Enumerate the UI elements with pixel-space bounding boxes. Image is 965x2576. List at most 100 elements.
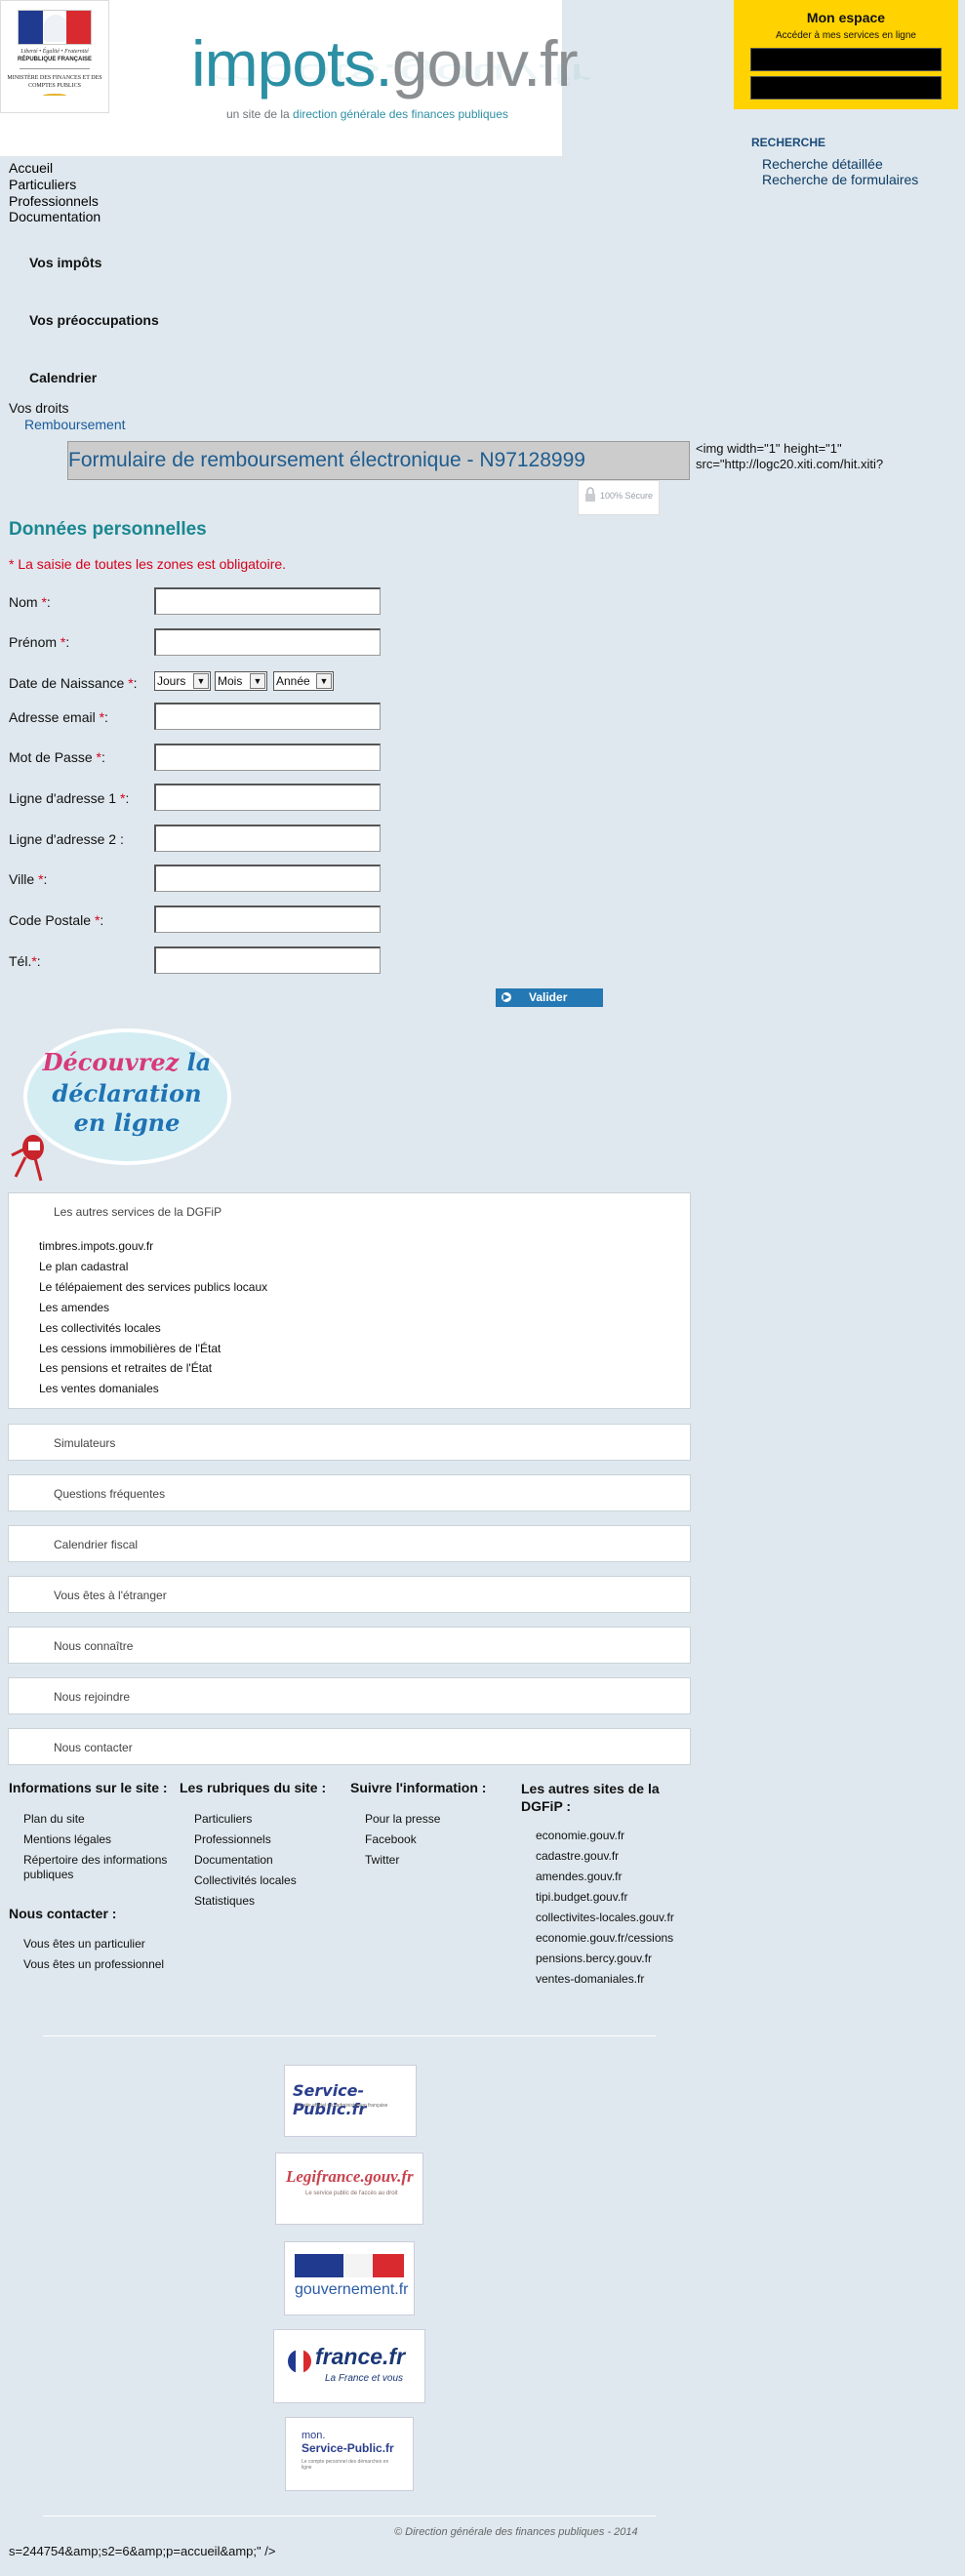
ville-label: Ville *: [9, 871, 47, 887]
breadcrumb-vos-droits[interactable]: Vos droits [9, 400, 68, 416]
menu-vos-preoccupations[interactable]: Vos préoccupations [29, 312, 159, 328]
dob-annee-value: Année [276, 674, 310, 688]
footer-rubrique-link[interactable]: Collectivités locales [194, 1873, 297, 1887]
prenom-label-text: Prénom [9, 634, 60, 650]
prenom-label: Prénom *: [9, 634, 69, 650]
footer-facebook-link[interactable]: Facebook [365, 1832, 417, 1846]
dob-jours-select[interactable]: Jours ▼ [154, 671, 211, 691]
footer-twitter-link[interactable]: Twitter [365, 1853, 399, 1867]
dob-mois-value: Mois [218, 674, 243, 688]
addr2-input[interactable] [154, 825, 381, 852]
menu-calendrier[interactable]: Calendrier [29, 370, 97, 385]
other-service-link[interactable]: Le télépaiement des services publics loc… [39, 1280, 267, 1294]
marianne-logo[interactable]: Liberté • Égalité • Fraternité RÉPUBLIQU… [0, 0, 109, 113]
email-input[interactable] [154, 703, 381, 730]
footer-rubrique-link[interactable]: Documentation [194, 1853, 273, 1867]
other-service-link[interactable]: Les cessions immobilières de l'État [39, 1342, 221, 1355]
marianne-republic: RÉPUBLIQUE FRANÇAISE [17, 57, 92, 62]
marianne-ministry: MINISTÈRE DES FINANCES ET DES COMPTES PU… [7, 75, 102, 89]
dob-mois-select[interactable]: Mois ▼ [215, 671, 267, 691]
footer-mentions-legales[interactable]: Mentions légales [23, 1832, 111, 1846]
panel-nous-rejoindre-title: Nous rejoindre [54, 1690, 131, 1704]
recherche-detaillee-link[interactable]: Recherche détaillée [762, 156, 883, 172]
flag-icon [18, 10, 92, 45]
cp-label: Code Postale *: [9, 912, 103, 928]
section-title: Données personnelles [9, 519, 207, 540]
other-service-link[interactable]: timbres.impots.gouv.fr [39, 1239, 153, 1253]
other-service-link[interactable]: Les pensions et retraites de l'État [39, 1361, 212, 1375]
panel-nous-contacter-title: Nous contacter [54, 1741, 133, 1754]
ville-input[interactable] [154, 865, 381, 892]
other-service-link[interactable]: Les amendes [39, 1301, 109, 1314]
panel-nous-rejoindre[interactable]: Nous rejoindre [8, 1677, 691, 1714]
footer-contact-professionnel[interactable]: Vous êtes un professionnel [23, 1957, 164, 1971]
ville-label-text: Ville [9, 871, 39, 887]
nav-professionnels[interactable]: Professionnels [9, 193, 99, 209]
other-service-link[interactable]: Les collectivités locales [39, 1321, 161, 1335]
panel-calendrier-fiscal[interactable]: Calendrier fiscal [8, 1525, 691, 1562]
footer-contact-particulier[interactable]: Vous êtes un particulier [23, 1937, 145, 1951]
nav-documentation[interactable]: Documentation [9, 209, 101, 224]
footer-autre-site-link[interactable]: ventes-domaniales.fr [536, 1972, 644, 1986]
recherche-title: RECHERCHE [751, 136, 826, 149]
service-public-logo[interactable]: Service-Public.fr Le site officiel de l'… [284, 2065, 417, 2137]
footer-autre-site-link[interactable]: collectivites-locales.gouv.fr [536, 1911, 674, 1924]
footer-rubrique-link[interactable]: Statistiques [194, 1894, 255, 1908]
footer-plan-du-site[interactable]: Plan du site [23, 1812, 85, 1826]
mon-espace-field-2[interactable] [750, 76, 942, 100]
mon-sp-logo-text: Service-Public.fr [302, 2441, 394, 2455]
footer-autre-site-link[interactable]: economie.gouv.fr/cessions [536, 1931, 673, 1945]
promo-declaration-en-ligne[interactable]: Découvrez la déclaration en ligne [0, 1025, 234, 1188]
other-service-link[interactable]: Les ventes domaniales [39, 1382, 159, 1395]
valider-button[interactable]: ▶ Valider [496, 988, 603, 1007]
nav-accueil[interactable]: Accueil [9, 160, 53, 176]
footer-autre-site-link[interactable]: cadastre.gouv.fr [536, 1849, 619, 1863]
mascot-icon [11, 1135, 44, 1182]
panel-questions-frequentes[interactable]: Questions fréquentes [8, 1474, 691, 1511]
mon-espace-subtitle: Accéder à mes services en ligne [776, 30, 916, 41]
footer-contact-title: Nous contacter : [9, 1906, 117, 1921]
nom-input[interactable] [154, 587, 381, 615]
tel-input[interactable] [154, 946, 381, 974]
password-input[interactable] [154, 744, 381, 771]
nav-particuliers[interactable]: Particuliers [9, 177, 76, 192]
footer-info-title: Informations sur le site : [9, 1780, 168, 1795]
france-fr-logo-text: france.fr [315, 2344, 406, 2369]
mon-sp-logo-prefix: mon. [302, 2430, 326, 2441]
dob-annee-select[interactable]: Année ▼ [273, 671, 334, 691]
panel-etranger-title: Vous êtes à l'étranger [54, 1589, 167, 1602]
mon-espace-field-1[interactable] [750, 48, 942, 71]
footer-rubriques-title: Les rubriques du site : [180, 1780, 327, 1795]
menu-vos-impots[interactable]: Vos impôts [29, 255, 101, 270]
recherche-formulaires-link[interactable]: Recherche de formulaires [762, 172, 918, 187]
france-fr-logo[interactable]: france.fr La France et vous [273, 2329, 425, 2403]
footer-autre-site-link[interactable]: amendes.gouv.fr [536, 1870, 623, 1883]
footer-autre-site-link[interactable]: pensions.bercy.gouv.fr [536, 1952, 652, 1965]
gouvernement-logo[interactable]: gouvernement.fr [284, 2241, 415, 2315]
legifrance-logo[interactable]: Legifrance.gouv.fr Le service public de … [275, 2153, 423, 2225]
panel-simulateurs[interactable]: Simulateurs [8, 1424, 691, 1461]
addr1-input[interactable] [154, 784, 381, 811]
panel-etranger[interactable]: Vous êtes à l'étranger [8, 1576, 691, 1613]
header-banner: Liberté • Égalité • Fraternité RÉPUBLIQU… [0, 0, 591, 156]
other-service-link[interactable]: Le plan cadastral [39, 1260, 128, 1273]
promo-line-2: déclaration [52, 1079, 202, 1107]
breadcrumb-remboursement[interactable]: Remboursement [24, 417, 126, 432]
prenom-input[interactable] [154, 628, 381, 656]
password-label-colon: : [101, 749, 105, 765]
cp-input[interactable] [154, 906, 381, 933]
footer-autre-site-link[interactable]: economie.gouv.fr [536, 1829, 624, 1842]
form-title: Formulaire de remboursement électronique… [67, 441, 690, 480]
tagline-dgfip: direction générale des finances publique… [293, 107, 508, 121]
mon-service-public-logo[interactable]: mon. Service-Public.fr Le compte personn… [285, 2417, 414, 2491]
footer-rubrique-link[interactable]: Particuliers [194, 1812, 252, 1826]
footer-repertoire[interactable]: Répertoire des informations publiques [23, 1853, 180, 1882]
footer-presse-link[interactable]: Pour la presse [365, 1812, 440, 1826]
footer-autre-site-link[interactable]: tipi.budget.gouv.fr [536, 1890, 628, 1904]
france-fr-logo-sub: La France et vous [325, 2373, 404, 2384]
panel-nous-connaitre[interactable]: Nous connaître [8, 1627, 691, 1664]
footer-rubrique-link[interactable]: Professionnels [194, 1832, 271, 1846]
cp-label-colon: : [100, 912, 104, 928]
panel-nous-contacter[interactable]: Nous contacter [8, 1728, 691, 1765]
other-services-title[interactable]: Les autres services de la DGFiP [54, 1205, 221, 1219]
